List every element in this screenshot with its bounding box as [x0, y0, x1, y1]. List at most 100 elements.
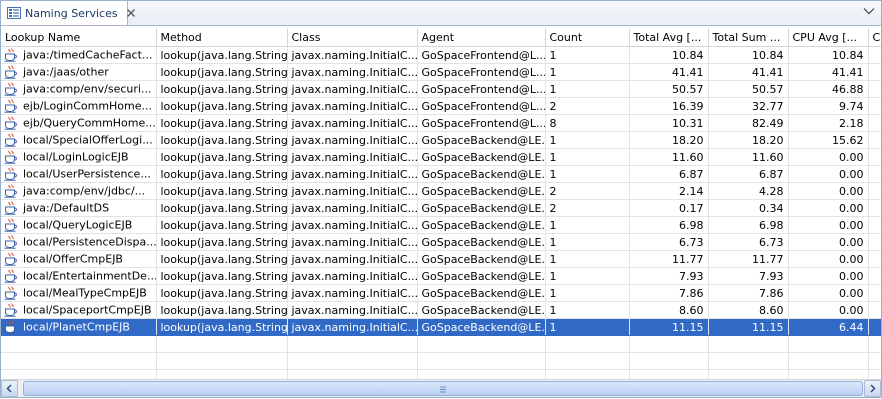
cpu-avg-cell: 0.00	[788, 148, 869, 166]
table-row[interactable]: java:/timedCacheFact... lookup(java.lang.…	[1, 46, 881, 64]
empty-row	[1, 335, 881, 353]
method-cell: lookup(java.lang.String)	[156, 114, 288, 132]
scrollbar-thumb[interactable]	[23, 381, 863, 396]
empty-cell	[868, 369, 881, 379]
column-header[interactable]: Agent	[417, 28, 546, 47]
count-cell: 1	[545, 267, 630, 285]
column-header[interactable]: Count	[545, 28, 630, 47]
column-header[interactable]: Total Avg [...	[629, 28, 709, 47]
lookup-name-cell: local/MealTypeCmpEJB	[1, 284, 157, 302]
total-sum-cell: 7.86	[708, 284, 789, 302]
lookup-name-text: local/SpecialOfferLogi...	[23, 133, 153, 147]
table-row[interactable]: local/OfferCmpEJB lookup(java.lang.String…	[1, 250, 881, 268]
column-header[interactable]: Method	[156, 28, 288, 47]
table-body: java:/timedCacheFact... lookup(java.lang.…	[1, 46, 881, 379]
empty-cell	[788, 352, 869, 370]
column-header[interactable]: Total Sum ...	[708, 28, 789, 47]
class-cell: javax.naming.InitialC...	[287, 182, 418, 200]
table-row[interactable]: java:/jaas/other lookup(java.lang.String)…	[1, 63, 881, 81]
total-sum-cell: 6.73	[708, 233, 789, 251]
c-cell	[868, 301, 881, 319]
table-row[interactable]: local/UserPersistence... lookup(java.lang…	[1, 165, 881, 183]
count-cell: 8	[545, 114, 630, 132]
lookup-name-cell: local/LoginLogicEJB	[1, 148, 157, 166]
lookup-name-text: local/OfferCmpEJB	[23, 252, 123, 266]
column-header[interactable]: Lookup Name	[1, 28, 157, 47]
close-icon[interactable]	[126, 8, 136, 18]
total-sum-cell: 41.41	[708, 63, 789, 81]
table-row[interactable]: ejb/QueryCommHome... lookup(java.lang.Str…	[1, 114, 881, 132]
scroll-right-button[interactable]	[864, 380, 881, 397]
naming-services-view-icon	[7, 6, 21, 20]
horizontal-scrollbar[interactable]	[1, 379, 881, 397]
total-avg-cell: 10.31	[629, 114, 709, 132]
lookup-name-cell: java:/timedCacheFact...	[1, 46, 157, 64]
agent-cell: GoSpaceFrontend@L...	[417, 97, 546, 115]
total-sum-cell: 11.15	[708, 318, 789, 336]
class-cell: javax.naming.InitialC...	[287, 267, 418, 285]
count-cell: 2	[545, 97, 630, 115]
total-avg-cell: 41.41	[629, 63, 709, 81]
cpu-avg-cell: 0.00	[788, 284, 869, 302]
table-row[interactable]: local/PlanetCmpEJB lookup(java.lang.Strin…	[1, 318, 881, 336]
total-sum-cell: 8.60	[708, 301, 789, 319]
class-cell: javax.naming.InitialC...	[287, 216, 418, 234]
total-avg-cell: 8.60	[629, 301, 709, 319]
lookup-name-cell: local/EntertainmentDe...	[1, 267, 157, 285]
total-sum-cell: 32.77	[708, 97, 789, 115]
table-row[interactable]: ejb/LoginCommHome... lookup(java.lang.Str…	[1, 97, 881, 115]
total-avg-cell: 11.77	[629, 250, 709, 268]
c-cell	[868, 182, 881, 200]
class-cell: javax.naming.InitialC...	[287, 63, 418, 81]
table-row[interactable]: local/PersistenceDispa... lookup(java.lan…	[1, 233, 881, 251]
cpu-avg-cell: 0.00	[788, 233, 869, 251]
table-row[interactable]: local/SpecialOfferLogi... lookup(java.lan…	[1, 131, 881, 149]
empty-cell	[629, 369, 709, 379]
lookup-name-cell: local/SpecialOfferLogi...	[1, 131, 157, 149]
table-row[interactable]: local/EntertainmentDe... lookup(java.lang…	[1, 267, 881, 285]
agent-cell: GoSpaceFrontend@L...	[417, 80, 546, 98]
column-header[interactable]: Class	[287, 28, 418, 47]
lookup-name-text: java:/DefaultDS	[23, 201, 110, 215]
scroll-left-button[interactable]	[1, 380, 18, 397]
lookup-name-text: java:/jaas/other	[23, 65, 109, 79]
total-sum-cell: 6.87	[708, 165, 789, 183]
table-row[interactable]: local/LoginLogicEJB lookup(java.lang.Stri…	[1, 148, 881, 166]
naming-services-table: Lookup Name Method Class Agent Count Total Av…	[1, 28, 881, 379]
agent-cell: GoSpaceBackend@LE...	[417, 131, 546, 149]
class-cell: javax.naming.InitialC...	[287, 97, 418, 115]
java-cup-icon	[3, 303, 19, 317]
table-row[interactable]: java:comp/env/securi... lookup(java.lang.…	[1, 80, 881, 98]
table-row[interactable]: local/MealTypeCmpEJB lookup(java.lang.Str…	[1, 284, 881, 302]
tab-naming-services[interactable]: Naming Services	[1, 1, 135, 25]
total-avg-cell: 7.93	[629, 267, 709, 285]
naming-services-view: Naming Services Lookup Name Method Class…	[0, 0, 882, 398]
table-row[interactable]: local/QueryLogicEJB lookup(java.lang.Stri…	[1, 216, 881, 234]
total-sum-cell: 4.28	[708, 182, 789, 200]
empty-cell	[156, 369, 288, 379]
table-row[interactable]: local/SpaceportCmpEJB lookup(java.lang.St…	[1, 301, 881, 319]
count-cell: 1	[545, 63, 630, 81]
total-avg-cell: 18.20	[629, 131, 709, 149]
table-row[interactable]: java:comp/env/jdbc/... lookup(java.lang.S…	[1, 182, 881, 200]
empty-cell	[417, 369, 546, 379]
java-cup-icon	[3, 65, 19, 79]
class-cell: javax.naming.InitialC...	[287, 148, 418, 166]
method-cell: lookup(java.lang.String)	[156, 63, 288, 81]
total-sum-cell: 11.60	[708, 148, 789, 166]
c-cell	[868, 46, 881, 64]
empty-cell	[708, 352, 789, 370]
table-row[interactable]: java:/DefaultDS lookup(java.lang.String) j…	[1, 199, 881, 217]
empty-cell	[1, 369, 157, 379]
empty-cell	[287, 335, 418, 353]
agent-cell: GoSpaceBackend@LE...	[417, 182, 546, 200]
empty-cell	[788, 369, 869, 379]
lookup-name-text: java:comp/env/securi...	[23, 82, 152, 96]
column-header[interactable]: CPU Avg [...	[788, 28, 869, 47]
column-header[interactable]: C	[868, 28, 881, 47]
empty-cell	[1, 352, 157, 370]
method-cell: lookup(java.lang.String)	[156, 284, 288, 302]
empty-cell	[417, 352, 546, 370]
total-sum-cell: 50.57	[708, 80, 789, 98]
view-menu-chevron-icon[interactable]	[863, 6, 875, 16]
